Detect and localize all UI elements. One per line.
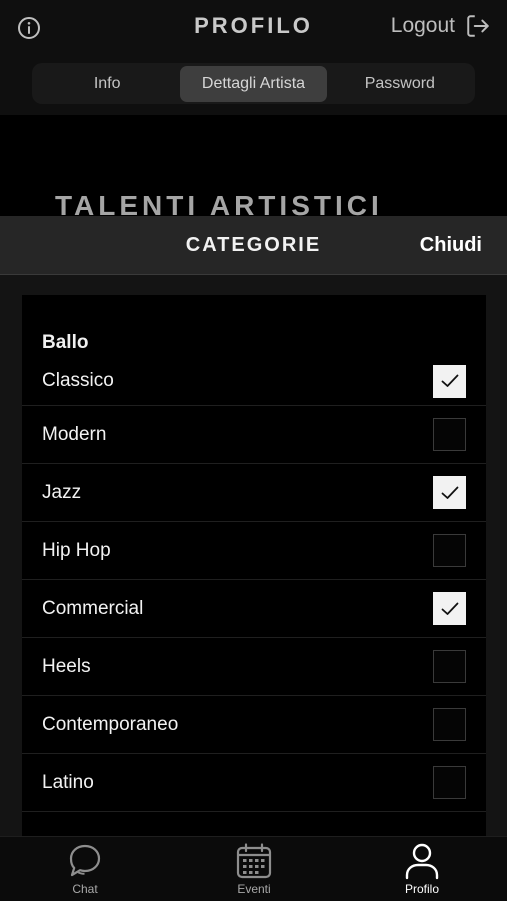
- nav-label-chat: Chat: [72, 882, 98, 896]
- tab-password[interactable]: Password: [327, 66, 473, 102]
- category-checkbox[interactable]: [433, 534, 466, 567]
- profile-tabs: Info Dettagli Artista Password: [32, 63, 475, 104]
- category-checkbox[interactable]: [433, 766, 466, 799]
- nav-item-eventi[interactable]: Eventi: [194, 837, 314, 901]
- category-label: Jazz: [42, 481, 82, 503]
- category-checkbox[interactable]: [433, 476, 466, 509]
- category-row[interactable]: Contemporaneo: [22, 696, 486, 754]
- category-checkbox[interactable]: [433, 592, 466, 625]
- category-label: Hip Hop: [42, 539, 111, 561]
- category-checkbox[interactable]: [433, 364, 466, 398]
- category-row[interactable]: Hip Hop: [22, 522, 486, 580]
- header: PROFILO Logout Info Dettagli Artista Pas…: [0, 0, 507, 115]
- chat-bubble-icon: [69, 844, 101, 877]
- checkmark-icon: [441, 602, 458, 615]
- category-row[interactable]: Jazz: [22, 464, 486, 522]
- logout-label: Logout: [390, 14, 455, 37]
- logout-icon: [467, 15, 489, 37]
- category-row[interactable]: Modern: [22, 406, 486, 464]
- nav-label-eventi: Eventi: [237, 882, 271, 896]
- nav-item-chat[interactable]: Chat: [25, 837, 145, 901]
- calendar-icon: [236, 843, 272, 879]
- nav-label-profilo: Profilo: [404, 882, 439, 896]
- checkmark-icon: [441, 374, 458, 387]
- category-row[interactable]: Latino: [22, 754, 486, 812]
- category-checkbox[interactable]: [433, 708, 466, 741]
- categories-sheet: CATEGORIE Chiudi Ballo Classico Modern Jaz…: [0, 216, 507, 836]
- category-label: Heels: [42, 655, 91, 677]
- category-list: Ballo Classico Modern Jazz Hip Hop Commercia…: [22, 295, 486, 836]
- category-checkbox[interactable]: [433, 650, 466, 683]
- category-label: Latino: [42, 771, 94, 793]
- bottom-nav: Chat Eventi Profilo: [0, 836, 507, 901]
- logout-button[interactable]: Logout: [391, 13, 491, 39]
- category-label: Classico: [42, 370, 114, 391]
- category-label: Contemporaneo: [42, 713, 179, 735]
- group-heading: Ballo: [42, 332, 89, 353]
- user-icon: [405, 843, 439, 880]
- category-row[interactable]: Classico: [22, 357, 486, 406]
- tab-dettagli-artista[interactable]: Dettagli Artista: [180, 65, 327, 102]
- tab-info[interactable]: Info: [34, 66, 180, 102]
- category-label: Modern: [42, 423, 107, 445]
- category-row[interactable]: Heels: [22, 638, 486, 696]
- category-row[interactable]: Commercial: [22, 580, 486, 638]
- checkmark-icon: [441, 486, 458, 499]
- close-button[interactable]: Chiudi: [420, 234, 482, 257]
- sheet-header: CATEGORIE Chiudi: [0, 216, 507, 275]
- category-checkbox[interactable]: [433, 418, 466, 451]
- nav-item-profilo[interactable]: Profilo: [362, 837, 482, 901]
- category-label: Commercial: [42, 597, 144, 619]
